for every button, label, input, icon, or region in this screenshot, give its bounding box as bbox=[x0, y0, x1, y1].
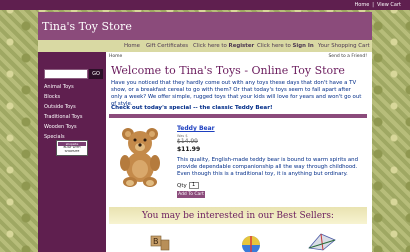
best-sellers-banner: You may be interested in our Best Seller… bbox=[109, 207, 367, 224]
home-link[interactable]: Home bbox=[352, 2, 373, 8]
product-name-link[interactable]: Teddy Bear bbox=[177, 125, 215, 132]
best-sellers-title: You may be interested in our Best Seller… bbox=[142, 211, 334, 221]
page-title: Welcome to Tina's Toys - Online Toy Stor… bbox=[111, 64, 345, 77]
sidebar: GO Animal Toys Blocks Outside Toys Tradi… bbox=[38, 52, 106, 252]
nav-signin-prefix: Click here to bbox=[257, 43, 293, 49]
badge-text: BUILT WITH SHOPSITE bbox=[63, 145, 81, 153]
nav-gift-certificates[interactable]: Gift Certificates bbox=[146, 40, 188, 52]
old-price: $14.99 bbox=[177, 138, 198, 145]
sale-price: $11.99 bbox=[177, 146, 201, 153]
nav-register-prefix: Click here to bbox=[193, 43, 229, 49]
search-input[interactable] bbox=[44, 69, 88, 79]
svg-text:B: B bbox=[153, 237, 159, 246]
top-bar: Home | View Cart bbox=[0, 0, 410, 10]
sidebar-item-wooden-toys[interactable]: Wooden Toys bbox=[38, 123, 106, 131]
teddy-bear-image[interactable] bbox=[117, 126, 163, 188]
add-to-cart-button[interactable]: Add To Cart bbox=[177, 191, 205, 198]
quantity-value: 1 bbox=[192, 182, 196, 188]
blocks-icon: B bbox=[150, 235, 170, 251]
sidebar-item-blocks[interactable]: Blocks bbox=[38, 93, 106, 101]
quantity-input[interactable]: 1 bbox=[189, 182, 199, 189]
top-links: Home | View Cart bbox=[352, 0, 404, 10]
intro-text: Have you noticed that they hardly come o… bbox=[111, 80, 362, 107]
nav-shopping-cart[interactable]: Your Shopping Cart bbox=[318, 40, 370, 52]
nav-register-label: Register bbox=[228, 43, 255, 49]
sidebar-item-traditional-toys[interactable]: Traditional Toys bbox=[38, 113, 106, 121]
teddy-bear-icon bbox=[120, 128, 160, 187]
best-seller-kite[interactable] bbox=[305, 230, 339, 252]
nav-register[interactable]: Click here to Register bbox=[193, 40, 254, 52]
store-title[interactable]: Tina's Toy Store bbox=[42, 20, 132, 33]
nav-bar: Home Gift Certificates Click here to Reg… bbox=[38, 40, 372, 52]
nav-sign-in[interactable]: Click here to Sign In bbox=[257, 40, 314, 52]
go-button[interactable]: GO bbox=[89, 69, 103, 79]
header: Tina's Toy Store bbox=[38, 12, 372, 40]
page-container: Tina's Toy Store Home Gift Certificates … bbox=[38, 12, 372, 252]
kite-icon bbox=[308, 233, 336, 251]
best-seller-blocks[interactable]: B bbox=[143, 230, 173, 252]
main-content: Home Send to a Friend! Welcome to Tina's… bbox=[109, 54, 369, 252]
best-seller-ball[interactable] bbox=[237, 230, 265, 252]
nav-signin-label: Sign In bbox=[292, 43, 314, 49]
view-cart-link[interactable]: View Cart bbox=[374, 2, 404, 8]
sidebar-item-outside-toys[interactable]: Outside Toys bbox=[38, 103, 106, 111]
shopsite-badge[interactable]: shopsite BUILT WITH SHOPSITE bbox=[56, 140, 88, 156]
nav-home[interactable]: Home bbox=[124, 40, 140, 52]
sidebar-item-animal-toys[interactable]: Animal Toys bbox=[38, 83, 106, 91]
product-description: This quality, English-made teddy bear is… bbox=[177, 157, 359, 177]
breadcrumb[interactable]: Home bbox=[109, 54, 122, 59]
special-heading: Check out today's special -- the classic… bbox=[111, 105, 273, 111]
quantity-label: Qty bbox=[177, 183, 187, 189]
ball-icon bbox=[242, 236, 260, 252]
section-divider bbox=[109, 114, 367, 118]
send-to-friend-link[interactable]: Send to a Friend! bbox=[328, 54, 367, 59]
